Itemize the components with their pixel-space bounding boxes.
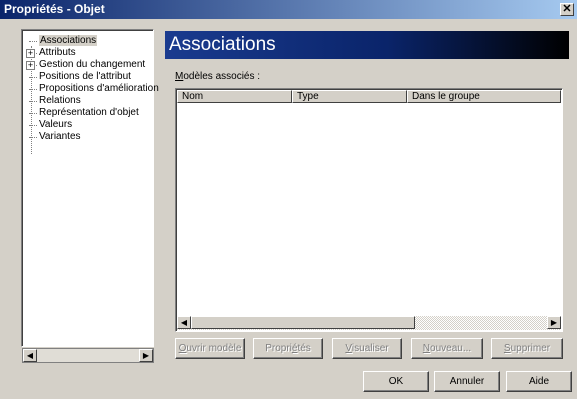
arrow-right-icon: ▶ [142,351,150,360]
delete-button[interactable]: Supprimer [491,338,563,359]
tree-item-attributs[interactable]: + Attributs [24,47,152,59]
button-label: Propri [265,343,292,354]
scroll-left-button[interactable]: ◀ [23,349,37,362]
close-icon: ✕ [562,3,572,15]
column-header-dans-le-groupe[interactable]: Dans le groupe [407,90,561,103]
button-label: upprimer [510,343,551,354]
tree-item-associations[interactable]: Associations [24,35,152,47]
tree-item-label: Valeurs [39,119,73,130]
arrow-right-icon: ▶ [550,318,558,327]
mnemonic-letter: N [422,343,431,354]
window-title: Propriétés - Objet [4,2,105,16]
mnemonic-letter: S [503,343,511,354]
help-button[interactable]: Aide [506,371,572,392]
page-title: Associations [165,31,569,59]
scroll-thumb[interactable] [191,316,415,329]
button-label: ouveau... [430,343,472,354]
button-label: tés [297,343,311,354]
list-horizontal-scrollbar[interactable]: ◀ ▶ [177,316,561,330]
section-label: Modèles associés : [175,71,260,82]
tree-item-label: Représentation d'objet [39,107,139,118]
associated-models-list[interactable]: Nom Type Dans le groupe ◀ ▶ [175,88,563,332]
tree-item-label: Relations [39,95,81,106]
scroll-left-button[interactable]: ◀ [177,316,191,329]
open-model-button[interactable]: Ouvrir modèle [175,338,245,359]
window-titlebar: Propriétés - Objet ✕ [0,0,577,19]
scroll-right-button[interactable]: ▶ [139,349,153,362]
tree-item-propositions-amelioration[interactable]: Propositions d'amélioration [24,83,159,95]
arrow-left-icon: ◀ [180,318,188,327]
properties-button[interactable]: Propriétés [253,338,323,359]
button-label: isualiser [351,343,389,354]
tree-item-valeurs[interactable]: Valeurs [24,119,152,131]
new-button[interactable]: Nouveau... [411,338,483,359]
tree-item-label: Positions de l'attribut [39,71,131,82]
tree-item-label: Associations [39,35,98,46]
scroll-right-button[interactable]: ▶ [547,316,561,329]
section-label-text: odèles associés : [183,71,261,82]
tree-horizontal-scrollbar[interactable]: ◀ ▶ [22,348,154,363]
close-button[interactable]: ✕ [560,3,574,16]
tree-list: Associations + Attributs + Gestion du ch… [24,35,159,154]
button-label: uvrir modèle [186,343,242,354]
cancel-button[interactable]: Annuler [434,371,500,392]
tree-item-variantes[interactable]: Variantes [24,131,152,143]
tree-item-label: Gestion du changement [39,59,146,70]
visualize-button[interactable]: Visualiser [332,338,402,359]
tree-item-relations[interactable]: Relations [24,95,152,107]
tree-item-gestion-du-changement[interactable]: + Gestion du changement [24,59,152,71]
tree-item-representation-objet[interactable]: Représentation d'objet [24,107,152,119]
tree-item-label: Attributs [39,47,76,58]
expand-icon[interactable]: + [26,61,35,70]
arrow-left-icon: ◀ [26,351,34,360]
column-headers: Nom Type Dans le groupe [177,90,561,103]
column-header-type[interactable]: Type [292,90,407,103]
tree-item-label: Propositions d'amélioration [39,83,159,94]
navigation-tree[interactable]: Associations + Attributs + Gestion du ch… [21,29,159,347]
column-header-nom[interactable]: Nom [177,90,292,103]
expand-icon[interactable]: + [26,49,35,58]
tree-item-positions-attribut[interactable]: Positions de l'attribut [24,71,152,83]
ok-button[interactable]: OK [363,371,429,392]
tree-item-label: Variantes [39,131,81,142]
